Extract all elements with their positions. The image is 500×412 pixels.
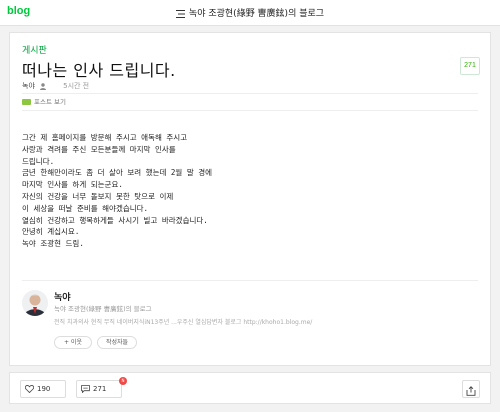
body-line: 사랑과 격려를 주신 모든분들께 마지막 인사를 [22,144,176,154]
profile-subtitle: 녹야 조광현(綠野 曺廣鉉)의 블로그 [54,305,152,313]
like-button[interactable]: 190 [20,380,66,398]
author-posts-button[interactable]: 작성자들 [97,336,137,349]
body-line: 드립니다. [22,156,55,166]
comment-count: 271 [93,385,107,393]
bottom-action-bar: 190 271 N [9,372,491,404]
top-bar: blog 녹야 조광현(綠野 曺廣鉉)의 블로그 [0,0,500,26]
post-author[interactable]: 녹야 [22,82,35,90]
author-profile: 녹야 녹야 조광현(綠野 曺廣鉉)의 블로그 전직 치과의사 현직 무직 네이버… [10,288,490,366]
post-view-icon [22,99,31,105]
avatar-image [22,290,48,316]
post-view-label: 포스트 보기 [34,98,66,106]
body-line: 이 세상을 떠날 준비를 해야겠습니다. [22,203,149,213]
comment-button[interactable]: 271 [76,380,122,398]
divider [22,93,478,94]
body-line: 안녕히 계십시요. [22,227,80,237]
post-title: 떠나는 인사 드립니다. [22,61,176,80]
new-comment-badge: N [119,377,127,385]
body-line: 자신의 건강을 너무 돌보지 못한 탓으로 이제 [22,191,174,201]
profile-description: 전직 치과의사 현직 무직 네이버지식iN13주년 ...우주신 열심답변자 블… [54,319,313,326]
list-icon [175,9,185,18]
post-category[interactable]: 게시판 [22,43,47,56]
heart-icon [24,385,35,394]
divider [22,110,478,111]
add-neighbor-button[interactable]: + 이웃 [54,336,92,349]
post-body: 그간 제 홈페이지를 방문해 주시고 애독해 주시고 사랑과 격려를 주신 모든… [22,132,462,250]
post-meta: 녹야 5시간 전 [22,81,89,91]
body-line: 그간 제 홈페이지를 방문해 주시고 애독해 주시고 [22,133,188,142]
profile-name[interactable]: 녹야 [54,290,71,303]
person-icon [39,82,46,90]
post-time: 5시간 전 [63,82,90,90]
share-button[interactable] [462,380,480,398]
like-count: 190 [37,385,51,393]
comment-count-box[interactable]: 271 [460,57,480,75]
body-line: 녹야 조광현 드림. [22,239,84,249]
avatar[interactable] [22,290,48,316]
post-card: 게시판 떠나는 인사 드립니다. 271 녹야 5시간 전 포스트 보기 그간 … [9,32,491,366]
blog-title[interactable]: 녹야 조광현(綠野 曺廣鉉)의 블로그 [0,6,500,19]
comment-icon [81,385,90,394]
blog-title-text: 녹야 조광현(綠野 曺廣鉉)의 블로그 [188,9,325,19]
body-line: 마지막 인사를 하게 되는군요. [22,180,123,190]
post-view-link[interactable]: 포스트 보기 [22,96,66,106]
share-icon [466,386,476,396]
body-line: 열심히 건강하고 행복하게들 사시기 빌고 바라겠습니다. [22,215,208,225]
body-line: 금년 한해만이라도 좀 더 살아 보려 했는데 2월 말 경에 [22,168,213,178]
divider [22,280,478,281]
